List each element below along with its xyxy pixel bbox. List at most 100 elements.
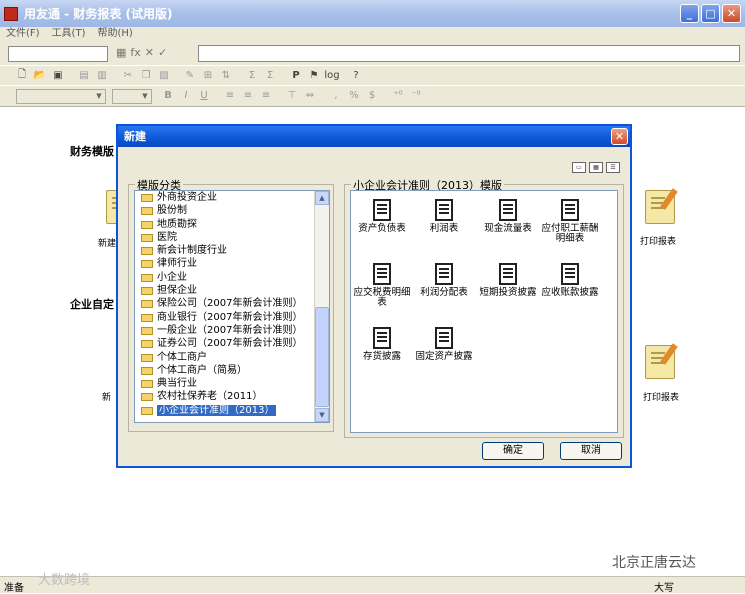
- format-painter-icon[interactable]: ✎: [182, 68, 198, 83]
- category-item[interactable]: 股份制: [135, 204, 329, 217]
- minimize-button[interactable]: _: [680, 4, 699, 23]
- large-icons-icon[interactable]: ▭: [572, 162, 586, 173]
- sum-alt-icon[interactable]: Σ: [262, 68, 278, 83]
- print-icon[interactable]: ▥: [94, 68, 110, 83]
- increase-decimal-icon[interactable]: ⁺⁰: [390, 88, 406, 103]
- vertical-align-icon[interactable]: ⊤: [284, 88, 300, 103]
- template-item[interactable]: 现金流量表: [477, 199, 539, 234]
- align-right-icon[interactable]: ≡: [258, 88, 274, 103]
- function-wizard-icon[interactable]: ▦: [116, 46, 126, 59]
- category-tree[interactable]: 外商投资企业 股份制 地质勘探 医院 新会计制度行业 律师行业 小企业 担保企业…: [134, 190, 330, 423]
- cut-icon[interactable]: ✂: [120, 68, 136, 83]
- currency-button[interactable]: $: [364, 88, 380, 103]
- bold-button[interactable]: B: [160, 88, 176, 103]
- template-item[interactable]: 存货披露: [351, 327, 413, 362]
- category-item[interactable]: 担保企业: [135, 284, 329, 297]
- template-item[interactable]: 应交税费明细表: [351, 263, 413, 308]
- category-item[interactable]: 一般企业（2007年新会计准则）: [135, 324, 329, 337]
- scroll-up-icon[interactable]: ▲: [315, 191, 329, 205]
- decrease-decimal-icon[interactable]: ⁻⁰: [408, 88, 424, 103]
- tag-icon[interactable]: ⚑: [306, 68, 322, 83]
- fx-icon[interactable]: fx: [130, 46, 140, 59]
- underline-button[interactable]: U: [196, 88, 212, 103]
- category-item[interactable]: 外商投资企业: [135, 191, 329, 204]
- category-item-selected[interactable]: 小企业会计准则（2013）: [135, 404, 329, 417]
- print-preview-icon[interactable]: ▤: [76, 68, 92, 83]
- save-icon[interactable]: ▣: [50, 68, 66, 83]
- category-item[interactable]: 典当行业: [135, 377, 329, 390]
- category-item[interactable]: 律师行业: [135, 257, 329, 270]
- new-report-label-2: 新: [102, 393, 112, 403]
- category-item[interactable]: 保险公司（2007年新会计准则）: [135, 297, 329, 310]
- log-icon[interactable]: log: [324, 68, 340, 83]
- section-custom: 企业自定: [70, 298, 114, 311]
- template-item[interactable]: 固定资产披露: [413, 327, 475, 362]
- view-mode-buttons: ▭ ▦ ☰: [572, 162, 620, 173]
- details-view-icon[interactable]: ☰: [606, 162, 620, 173]
- copy-icon[interactable]: ❐: [138, 68, 154, 83]
- status-bar: 准备 大写: [0, 576, 745, 594]
- category-item[interactable]: 个体工商户（简易）: [135, 364, 329, 377]
- new-dialog: 新建 ✕ ▭ ▦ ☰ 模版分类 外商投资企业 股份制 地质勘探 医院 新会计制度…: [116, 124, 632, 468]
- horizontal-align-icon[interactable]: ⇔: [302, 88, 318, 103]
- folder-icon: [141, 313, 153, 322]
- align-center-icon[interactable]: ≡: [240, 88, 256, 103]
- template-item[interactable]: 利润表: [413, 199, 475, 234]
- cell-name-box[interactable]: [8, 46, 108, 62]
- p-icon[interactable]: P: [288, 68, 304, 83]
- dialog-close-button[interactable]: ✕: [611, 128, 628, 145]
- report-icon: [435, 199, 453, 221]
- category-item[interactable]: 农村社保养老（2011）: [135, 390, 329, 403]
- menu-help[interactable]: 帮助(H): [91, 27, 138, 41]
- format-toolbar: ▼ ▼ B I U ≡ ≡ ≡ ⊤ ⇔ , % $ ⁺⁰ ⁻⁰: [0, 86, 745, 107]
- close-button[interactable]: ✕: [722, 4, 741, 23]
- category-item[interactable]: 新会计制度行业: [135, 244, 329, 257]
- folder-icon: [141, 287, 153, 296]
- comma-button[interactable]: ,: [328, 88, 344, 103]
- paste-icon[interactable]: ▧: [156, 68, 172, 83]
- category-item[interactable]: 证券公司（2007年新会计准则）: [135, 337, 329, 350]
- cancel-button[interactable]: 取消: [560, 442, 622, 460]
- new-file-icon[interactable]: 🗋: [14, 68, 30, 83]
- confirm-edit-icon[interactable]: ✓: [158, 46, 167, 59]
- report-icon: [561, 199, 579, 221]
- category-item[interactable]: 个体工商户: [135, 351, 329, 364]
- folder-icon: [141, 247, 153, 256]
- cancel-edit-icon[interactable]: ✕: [145, 46, 154, 59]
- template-item[interactable]: 利润分配表: [413, 263, 475, 298]
- sort-icon[interactable]: ⇅: [218, 68, 234, 83]
- template-item[interactable]: 应收账款披露: [539, 263, 601, 298]
- template-list[interactable]: 资产负债表 利润表 现金流量表 应付职工薪酬明细表 应交税费明细表 利润分配表 …: [350, 190, 618, 433]
- ok-button[interactable]: 确定: [482, 442, 544, 460]
- insert-icon[interactable]: ⊞: [200, 68, 216, 83]
- folder-icon: [141, 273, 153, 282]
- percent-button[interactable]: %: [346, 88, 362, 103]
- report-icon: [499, 263, 517, 285]
- align-left-icon[interactable]: ≡: [222, 88, 238, 103]
- small-icons-icon[interactable]: ▦: [589, 162, 603, 173]
- scroll-down-icon[interactable]: ▼: [315, 408, 329, 422]
- category-item[interactable]: 小企业: [135, 271, 329, 284]
- italic-button[interactable]: I: [178, 88, 194, 103]
- category-item[interactable]: 商业银行（2007年新会计准则）: [135, 311, 329, 324]
- help-icon[interactable]: ?: [348, 68, 364, 83]
- category-item[interactable]: 医院: [135, 231, 329, 244]
- folder-icon: [141, 340, 153, 349]
- sum-icon[interactable]: Σ: [244, 68, 260, 83]
- open-folder-icon[interactable]: 📂: [32, 68, 48, 83]
- folder-icon: [141, 380, 153, 389]
- scroll-thumb[interactable]: [315, 307, 329, 407]
- template-item[interactable]: 资产负债表: [351, 199, 413, 234]
- formula-input[interactable]: [198, 45, 740, 62]
- font-name-select[interactable]: ▼: [16, 89, 106, 104]
- category-item[interactable]: 地质勘探: [135, 218, 329, 231]
- template-item[interactable]: 短期投资披露: [477, 263, 539, 298]
- folder-icon: [141, 366, 153, 375]
- template-item[interactable]: 应付职工薪酬明细表: [539, 199, 601, 244]
- font-size-select[interactable]: ▼: [112, 89, 152, 104]
- menu-file[interactable]: 文件(F): [0, 27, 46, 41]
- window-controls: _ □ ✕: [680, 4, 741, 23]
- menu-tools[interactable]: 工具(T): [46, 27, 92, 41]
- maximize-button[interactable]: □: [701, 4, 720, 23]
- category-scrollbar[interactable]: ▲ ▼: [314, 191, 329, 422]
